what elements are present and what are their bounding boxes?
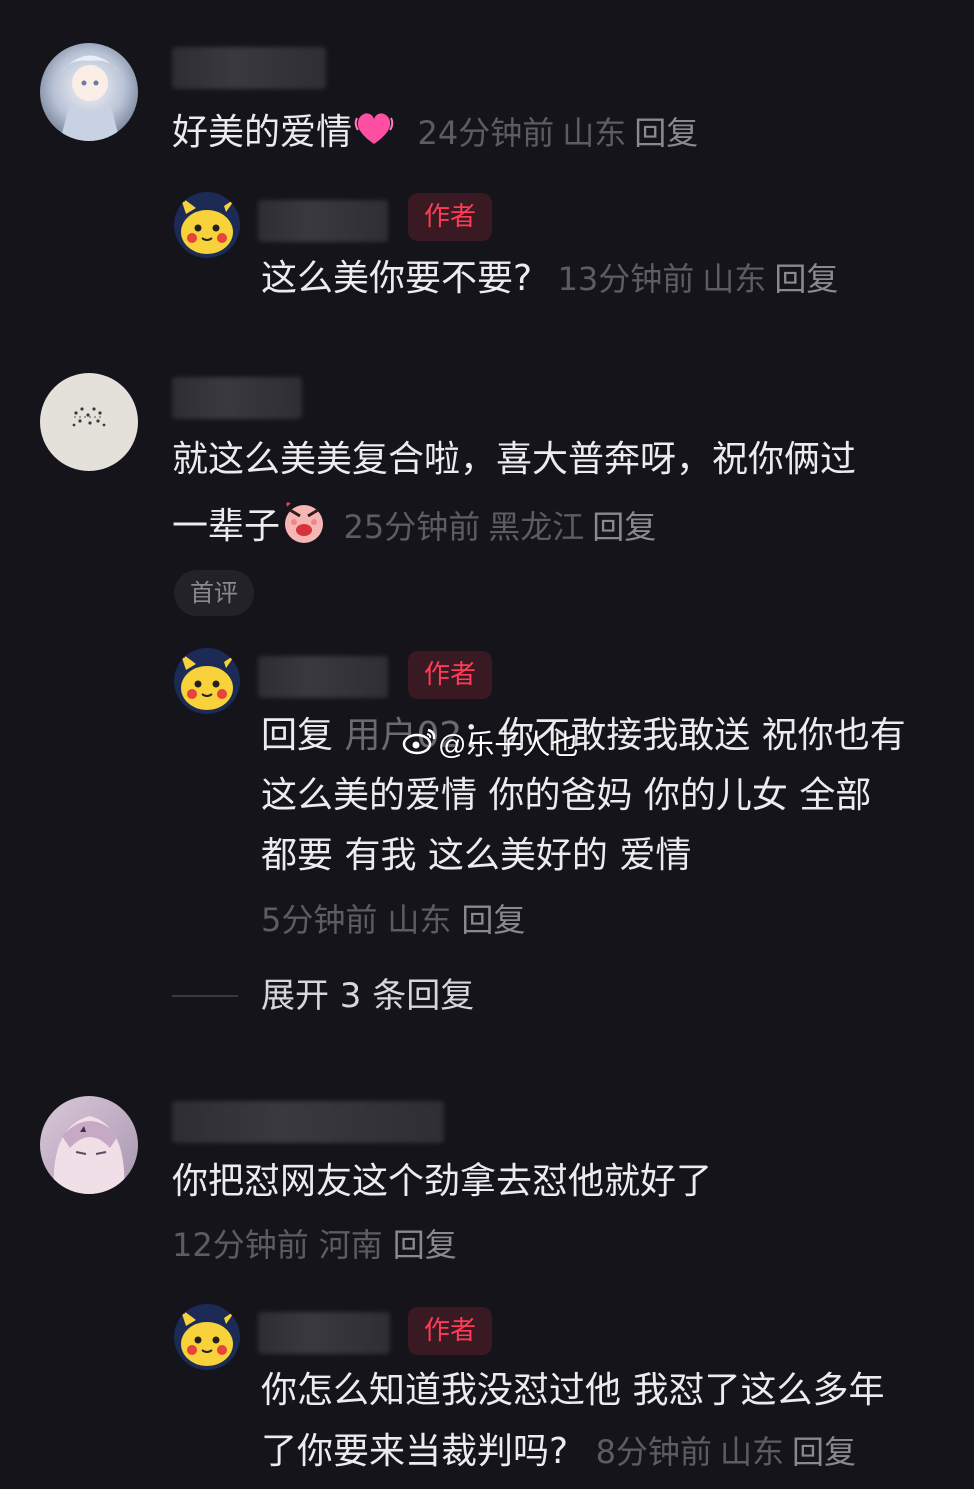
reply-meta: 5分钟前 山东 回复 <box>261 901 526 939</box>
comment-text-line2: 一辈子 25分钟前 黑龙江 回复 <box>172 498 664 558</box>
reply-button[interactable]: 回复 <box>774 260 838 298</box>
commenter-avatar[interactable] <box>40 1096 138 1194</box>
angry-face-icon <box>280 498 328 558</box>
reply-text-line2: 这么美的爱情 你的爸妈 你的儿女 全部 <box>261 775 872 816</box>
reply-text-line3: 都要 有我 这么美好的 爱情 <box>261 835 692 876</box>
reply-button[interactable]: 回复 <box>393 1226 457 1264</box>
commenter-avatar[interactable] <box>40 373 138 471</box>
author-name-redacted <box>258 1312 390 1354</box>
commenter-name-redacted <box>172 1101 444 1143</box>
author-badge: 作者 <box>408 193 493 241</box>
author-avatar[interactable] <box>174 1304 240 1370</box>
author-avatar[interactable] <box>174 648 240 714</box>
reply-button[interactable]: 回复 <box>792 1433 856 1471</box>
reply-button[interactable]: 回复 <box>461 901 525 939</box>
first-comment-badge: 首评 <box>174 570 254 616</box>
expand-replies-button[interactable]: 展开 3 条回复 <box>261 974 474 1018</box>
author-badge: 作者 <box>408 651 493 699</box>
comment-meta: 12分钟前 河南 回复 <box>172 1226 457 1264</box>
comment-text: 好美的爱情 24分钟前 山东 回复 <box>172 106 706 162</box>
reply-button[interactable]: 回复 <box>634 114 698 152</box>
comment-text: 你把怼网友这个劲拿去怼他就好了 <box>172 1161 713 1202</box>
commenter-avatar[interactable] <box>40 43 138 141</box>
author-avatar[interactable] <box>174 192 240 258</box>
author-name-redacted <box>258 200 388 242</box>
commenter-name-redacted <box>172 377 302 419</box>
pink-heart-icon <box>352 106 396 162</box>
comment-text-line1: 就这么美美复合啦，喜大普奔呀，祝你俩过 <box>172 439 857 480</box>
reply-text-line1: 回复 用户02：你不敢接我敢送 祝你也有 <box>261 715 906 756</box>
weibo-logo-icon <box>402 726 438 767</box>
author-name-redacted <box>258 656 388 698</box>
commenter-name-redacted <box>172 47 326 89</box>
reply-text: 这么美你要不要? 13分钟前 山东 回复 <box>261 258 839 299</box>
expand-divider <box>172 995 238 997</box>
reply-text-line1: 你怎么知道我没怼过他 我怼了这么多年 <box>261 1370 885 1411</box>
weibo-watermark: @乐子人也 <box>402 725 578 767</box>
reply-button[interactable]: 回复 <box>592 508 656 546</box>
author-badge: 作者 <box>408 1307 493 1355</box>
reply-text-line2: 了你要来当裁判吗? 8分钟前 山东 回复 <box>261 1431 856 1472</box>
